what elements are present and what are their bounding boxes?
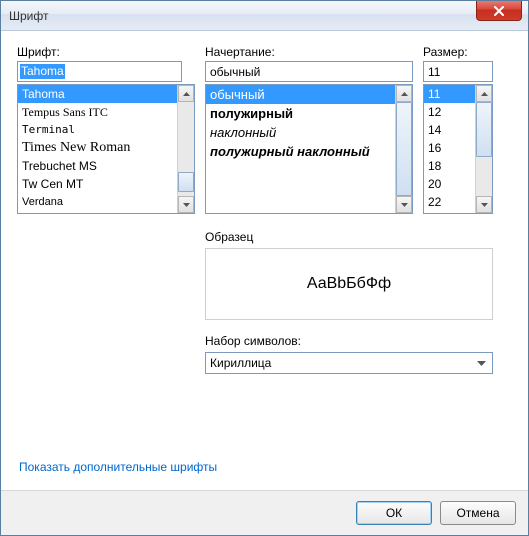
sample-text: АаВbБбФф <box>307 275 391 293</box>
font-column: Шрифт: Tahoma Tahoma Tempus Sans ITC Ter… <box>17 45 195 214</box>
sample-group: Образец АаВbБбФф <box>205 230 493 320</box>
font-list-inner: Tahoma Tempus Sans ITC Terminal Times Ne… <box>18 85 177 213</box>
size-scrollbar[interactable] <box>475 85 492 213</box>
size-listbox[interactable]: 11 12 14 16 18 20 22 <box>423 84 493 214</box>
style-input[interactable] <box>205 61 413 82</box>
sample-label: Образец <box>205 230 493 244</box>
style-listbox[interactable]: обычный полужирный наклонный полужирный … <box>205 84 413 214</box>
scroll-thumb[interactable] <box>178 172 194 192</box>
chevron-down-icon <box>401 203 408 207</box>
scroll-down-button[interactable] <box>178 196 194 213</box>
font-item[interactable]: Times New Roman <box>18 139 177 157</box>
titlebar: Шрифт <box>1 1 528 31</box>
style-item[interactable]: полужирный наклонный <box>206 142 395 161</box>
more-fonts-link[interactable]: Показать дополнительные шрифты <box>19 460 217 474</box>
size-item[interactable]: 11 <box>424 85 475 103</box>
scroll-track[interactable] <box>476 102 492 196</box>
charset-value: Кириллица <box>210 356 271 370</box>
picker-row: Шрифт: Tahoma Tahoma Tempus Sans ITC Ter… <box>17 45 512 214</box>
chevron-up-icon <box>481 92 488 96</box>
charset-label: Набор символов: <box>205 334 493 348</box>
style-item[interactable]: обычный <box>206 85 395 104</box>
font-label: Шрифт: <box>17 45 195 59</box>
scroll-up-button[interactable] <box>178 85 194 102</box>
style-item[interactable]: полужирный <box>206 104 395 123</box>
size-item[interactable]: 22 <box>424 193 475 211</box>
close-button[interactable] <box>476 1 522 21</box>
style-list-inner: обычный полужирный наклонный полужирный … <box>206 85 395 213</box>
scroll-down-button[interactable] <box>476 196 492 213</box>
scroll-up-button[interactable] <box>396 85 412 102</box>
style-label: Начертание: <box>205 45 413 59</box>
font-item[interactable]: Trebuchet MS <box>18 157 177 175</box>
size-input[interactable] <box>423 61 493 82</box>
scroll-thumb[interactable] <box>396 102 412 196</box>
charset-combo[interactable]: Кириллица <box>205 352 493 374</box>
charset-group: Набор символов: Кириллица <box>205 334 493 374</box>
scroll-track[interactable] <box>178 102 194 196</box>
sample-box: АаВbБбФф <box>205 248 493 320</box>
font-scrollbar[interactable] <box>177 85 194 213</box>
size-list-inner: 11 12 14 16 18 20 22 <box>424 85 475 213</box>
chevron-down-icon <box>481 203 488 207</box>
scroll-down-button[interactable] <box>396 196 412 213</box>
link-area: Показать дополнительные шрифты <box>17 460 512 480</box>
size-item[interactable]: 18 <box>424 157 475 175</box>
font-dialog: Шрифт Шрифт: Tahoma Tahoma Tempus Sans I… <box>0 0 529 536</box>
chevron-up-icon <box>401 92 408 96</box>
size-label: Размер: <box>423 45 493 59</box>
window-title: Шрифт <box>9 9 48 23</box>
chevron-down-icon <box>183 203 190 207</box>
font-item[interactable]: Verdana <box>18 193 177 211</box>
scroll-thumb[interactable] <box>476 102 492 157</box>
font-input[interactable] <box>17 61 182 82</box>
footer: ОК Отмена <box>1 490 528 535</box>
font-item[interactable]: Tahoma <box>18 85 177 103</box>
scroll-track[interactable] <box>396 102 412 196</box>
font-item[interactable]: Tw Cen MT <box>18 175 177 193</box>
style-column: Начертание: обычный полужирный наклонный… <box>205 45 413 214</box>
chevron-down-icon <box>477 361 486 366</box>
scroll-up-button[interactable] <box>476 85 492 102</box>
size-item[interactable]: 12 <box>424 103 475 121</box>
combo-arrow[interactable] <box>473 355 490 372</box>
size-item[interactable]: 20 <box>424 175 475 193</box>
size-item[interactable]: 14 <box>424 121 475 139</box>
font-input-wrap: Tahoma <box>17 61 195 82</box>
size-item[interactable]: 16 <box>424 139 475 157</box>
ok-button[interactable]: ОК <box>356 501 432 525</box>
font-item[interactable]: Tempus Sans ITC <box>18 103 177 121</box>
size-column: Размер: 11 12 14 16 18 20 22 <box>423 45 493 214</box>
cancel-button[interactable]: Отмена <box>440 501 516 525</box>
close-icon <box>493 6 505 16</box>
content-area: Шрифт: Tahoma Tahoma Tempus Sans ITC Ter… <box>1 31 528 490</box>
font-item[interactable]: Terminal <box>18 121 177 139</box>
chevron-up-icon <box>183 92 190 96</box>
style-item[interactable]: наклонный <box>206 123 395 142</box>
font-listbox[interactable]: Tahoma Tempus Sans ITC Terminal Times Ne… <box>17 84 195 214</box>
style-scrollbar[interactable] <box>395 85 412 213</box>
